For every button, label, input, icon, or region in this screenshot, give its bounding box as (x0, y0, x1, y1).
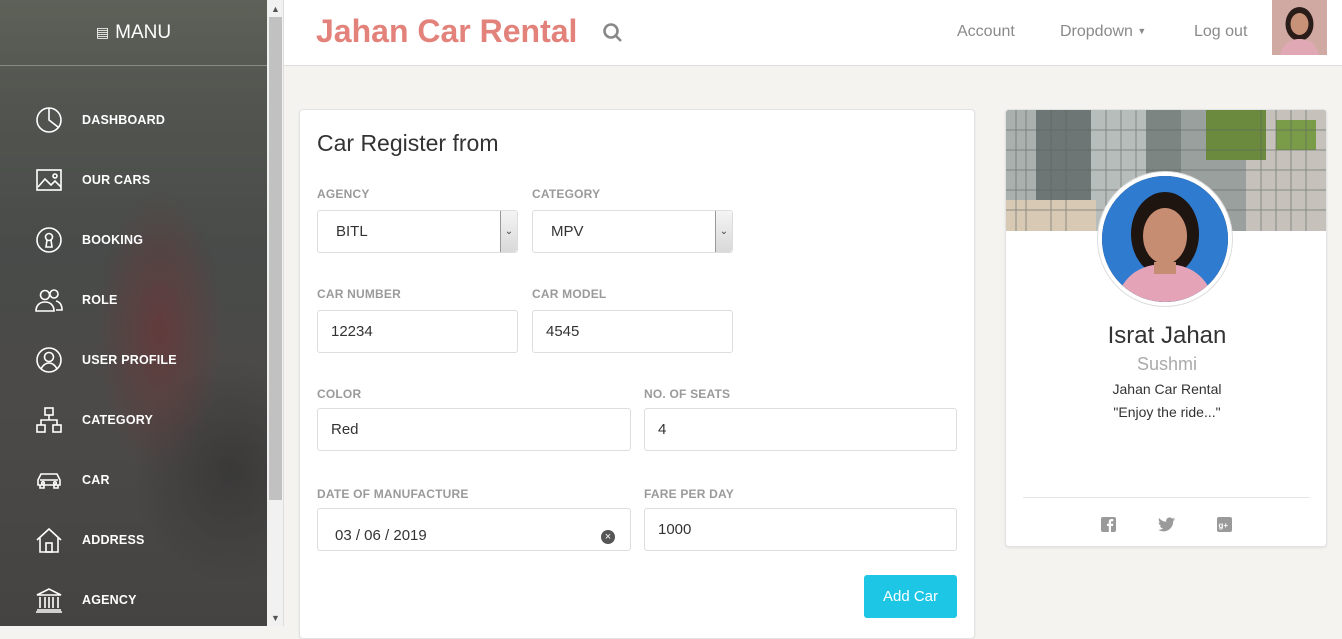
sidebar: ▤ MANU DASHBOARD OUR CARS BOOKING ROLE U… (0, 0, 267, 626)
sidebar-item-label: DASHBOARD (82, 113, 166, 127)
home-icon (36, 527, 62, 553)
profile-card: Israt Jahan Sushmi Jahan Car Rental "Enj… (1005, 109, 1327, 547)
add-car-button[interactable]: Add Car (864, 575, 957, 618)
sidebar-item-label: ROLE (82, 293, 118, 307)
car-number-input[interactable]: 12234 (317, 310, 518, 353)
sidebar-scrollbar[interactable]: ▲ ▼ (267, 0, 284, 626)
car-icon (37, 473, 61, 489)
fare-label: FARE PER DAY (644, 487, 734, 501)
top-navbar: Jahan Car Rental Account Dropdown ▼ Log … (284, 0, 1342, 66)
search-icon[interactable] (602, 22, 624, 44)
profile-company: Jahan Car Rental (1112, 381, 1222, 397)
seats-label: NO. OF SEATS (644, 387, 731, 401)
image-icon (36, 169, 62, 191)
manufacture-date-input[interactable]: 03 / 06 / 2019 × (317, 508, 631, 551)
scroll-up-icon[interactable]: ▲ (267, 0, 284, 17)
facebook-icon[interactable] (1101, 517, 1116, 532)
car-model-input[interactable]: 4545 (532, 310, 733, 353)
sidebar-item-role[interactable]: ROLE (0, 270, 267, 330)
manufacture-date-label: DATE OF MANUFACTURE (317, 487, 469, 501)
color-label: COLOR (317, 387, 362, 401)
pie-chart-icon (36, 107, 62, 133)
profile-nickname: Sushmi (1136, 354, 1198, 374)
sidebar-item-label: ADDRESS (82, 533, 145, 547)
sidebar-item-label: CATEGORY (82, 413, 154, 427)
profile-avatar[interactable] (1098, 172, 1232, 306)
select-caret-icon: ⌄ (500, 211, 517, 252)
caret-down-icon: ▼ (1137, 26, 1147, 36)
clear-date-icon[interactable]: × (601, 530, 615, 544)
fare-input[interactable]: 1000 (644, 508, 957, 551)
sidebar-item-address[interactable]: ADDRESS (0, 510, 267, 570)
sidebar-item-dashboard[interactable]: DASHBOARD (0, 90, 267, 150)
sidebar-item-label: OUR CARS (82, 173, 151, 187)
menu-icon: ▤ (95, 24, 110, 40)
nav-dropdown-label: Dropdown (1060, 23, 1133, 40)
seats-input[interactable]: 4 (644, 408, 957, 451)
sidebar-item-label: USER PROFILE (82, 353, 177, 367)
car-model-label: CAR MODEL (532, 287, 607, 301)
seats-value: 4 (658, 421, 667, 438)
sidebar-item-user-profile[interactable]: USER PROFILE (0, 330, 267, 390)
sidebar-item-booking[interactable]: BOOKING (0, 210, 267, 270)
page-title[interactable]: Jahan Car Rental (316, 13, 577, 50)
car-number-label: CAR NUMBER (317, 287, 401, 301)
category-value: MPV (551, 223, 584, 240)
sidebar-nav: DASHBOARD OUR CARS BOOKING ROLE USER PRO… (0, 66, 267, 626)
scroll-down-icon[interactable]: ▼ (267, 609, 284, 626)
manufacture-date-value: 03 / 06 / 2019 (335, 527, 427, 544)
twitter-icon[interactable] (1158, 517, 1175, 532)
nav-account-link[interactable]: Account (957, 23, 1015, 41)
fare-value: 1000 (658, 521, 692, 538)
select-caret-icon: ⌄ (715, 211, 732, 252)
google-plus-icon[interactable]: g+ (1217, 517, 1232, 532)
bank-icon (36, 588, 62, 613)
divider (1023, 497, 1310, 498)
category-label: CATEGORY (532, 187, 601, 201)
user-circle-icon (36, 347, 62, 373)
agency-value: BITL (336, 223, 368, 240)
form-title: Car Register from (317, 130, 499, 156)
car-register-form: Car Register from AGENCY BITL ⌄ CATEGORY… (299, 109, 975, 639)
sidebar-item-car[interactable]: CAR (0, 450, 267, 510)
user-avatar[interactable] (1272, 0, 1327, 55)
svg-text:g+: g+ (1219, 521, 1229, 530)
sidebar-item-our-cars[interactable]: OUR CARS (0, 150, 267, 210)
agency-select[interactable]: BITL ⌄ (317, 210, 518, 253)
car-number-value: 12234 (331, 323, 373, 340)
sidebar-item-category[interactable]: CATEGORY (0, 390, 267, 450)
sidebar-brand-label: MANU (115, 21, 172, 43)
color-input[interactable]: Red (317, 408, 631, 451)
scrollbar-thumb[interactable] (269, 17, 282, 500)
agency-label: AGENCY (317, 187, 370, 201)
keyhole-icon (36, 227, 62, 253)
hierarchy-icon (36, 407, 62, 433)
profile-quote: "Enjoy the ride..." (1113, 404, 1221, 420)
car-model-value: 4545 (546, 323, 580, 340)
category-select[interactable]: MPV ⌄ (532, 210, 733, 253)
color-value: Red (331, 421, 359, 438)
nav-dropdown-toggle[interactable]: Dropdown ▼ (1060, 23, 1146, 41)
nav-logout-link[interactable]: Log out (1194, 23, 1247, 41)
sidebar-item-label: BOOKING (82, 233, 144, 247)
sidebar-item-label: CAR (82, 473, 110, 487)
sidebar-item-label: AGENCY (82, 593, 137, 607)
users-icon (35, 289, 63, 312)
sidebar-brand[interactable]: ▤ MANU (0, 0, 267, 66)
sidebar-item-agency[interactable]: AGENCY (0, 570, 267, 626)
profile-name: Israt Jahan (1107, 322, 1227, 349)
